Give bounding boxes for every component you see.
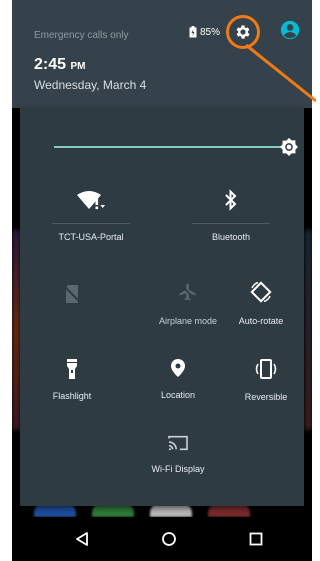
tile-reversible-label: Reversible (244, 392, 288, 402)
tile-reversible[interactable]: Reversible (226, 358, 306, 402)
tile-cast-label: Wi-Fi Display (151, 464, 205, 474)
gear-icon (236, 25, 250, 39)
tile-location[interactable]: Location (138, 358, 218, 400)
tile-bluetooth-label-wrap[interactable]: Bluetooth (182, 232, 280, 242)
location-icon (171, 359, 185, 377)
wifi-tile-divider (52, 223, 130, 224)
back-icon (76, 532, 88, 546)
tile-flashlight-label: Flashlight (52, 391, 92, 401)
clock-time: 2:45 (34, 56, 67, 73)
clock: 2:45 PM (34, 56, 85, 74)
brightness-slider[interactable] (54, 146, 292, 148)
bluetooth-tile-divider (192, 223, 270, 224)
battery-indicator: 85% (189, 26, 220, 38)
tile-airplane-label: Airplane mode (158, 316, 218, 326)
recents-button[interactable] (246, 529, 266, 549)
account-icon[interactable] (280, 20, 300, 40)
tile-autorotate[interactable]: Auto-rotate (226, 280, 296, 326)
tile-bluetooth-label: Bluetooth (211, 232, 251, 242)
brightness-thumb-icon[interactable] (278, 136, 300, 158)
tile-wifi-label-wrap[interactable]: TCT-USA-Portal (36, 232, 146, 242)
clock-period: PM (70, 61, 86, 72)
tile-wifi-label: TCT-USA-Portal (58, 232, 124, 242)
navigation-bar (12, 517, 312, 561)
reversible-icon (255, 359, 277, 379)
tile-wifi[interactable] (52, 190, 130, 212)
tile-airplane[interactable]: Airplane mode (138, 282, 238, 326)
tile-flashlight[interactable]: Flashlight (32, 358, 112, 401)
sim-off-icon (63, 285, 81, 303)
tile-cast[interactable]: Wi-Fi Display (138, 434, 218, 474)
callout-pointer (245, 43, 316, 103)
back-button[interactable] (72, 529, 92, 549)
home-icon (162, 532, 176, 546)
tile-autorotate-label: Auto-rotate (238, 316, 284, 326)
home-button[interactable] (159, 529, 179, 549)
date-label: Wednesday, March 4 (34, 78, 147, 92)
wifi-icon (77, 191, 105, 210)
tile-sim[interactable] (52, 284, 92, 304)
battery-percent: 85% (200, 26, 221, 38)
autorotate-icon (250, 281, 272, 303)
cast-icon (168, 435, 188, 451)
bluetooth-icon (225, 189, 237, 211)
tile-bluetooth[interactable] (192, 189, 270, 211)
airplane-icon (179, 283, 197, 301)
battery-icon (189, 26, 197, 38)
carrier-status: Emergency calls only (34, 30, 129, 41)
flashlight-icon (67, 359, 77, 379)
tile-location-label: Location (160, 390, 196, 400)
recents-icon (249, 532, 263, 546)
